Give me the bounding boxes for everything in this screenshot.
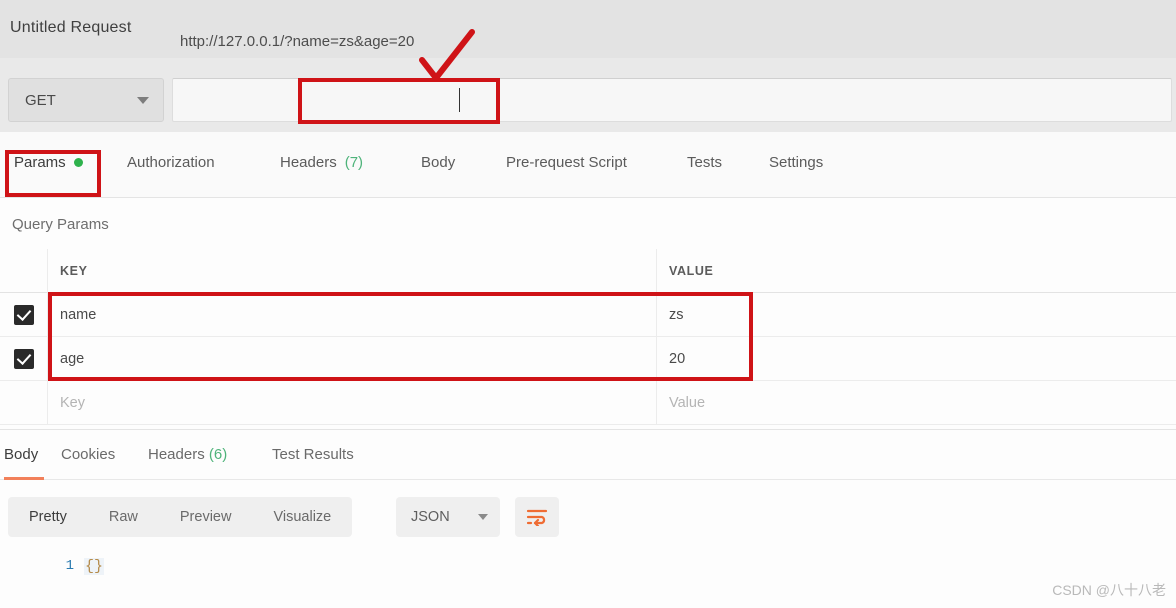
http-method-label: GET <box>25 91 56 109</box>
request-tab-strip: Params Authorization Headers (7) Body Pr… <box>0 132 1176 198</box>
view-mode-pretty[interactable]: Pretty <box>8 497 88 537</box>
table-header-row: KEY VALUE <box>0 248 1176 293</box>
row-key-cell-empty[interactable]: Key <box>48 380 657 425</box>
view-mode-preview[interactable]: Preview <box>159 497 253 537</box>
text-cursor <box>459 88 460 112</box>
response-body-code: 1 {} <box>0 548 1176 584</box>
response-view-mode-group: Pretty Raw Preview Visualize <box>8 497 353 537</box>
response-tab-test-results[interactable]: Test Results <box>272 446 354 463</box>
header-checkbox-cell <box>0 248 48 293</box>
row-value-cell-empty[interactable]: Value <box>657 381 1176 425</box>
code-line-content: {} <box>84 557 105 575</box>
tab-body-label: Body <box>421 154 456 171</box>
wrap-lines-icon <box>526 509 548 526</box>
response-tab-strip: Body Cookies Headers (6) Test Results <box>0 430 1176 480</box>
tab-tests-label: Tests <box>687 154 723 171</box>
response-tab-cookies-label: Cookies <box>61 446 116 463</box>
tab-authorization[interactable]: Authorization <box>127 154 215 171</box>
code-line-number: 1 <box>65 558 74 574</box>
request-title-bar: Untitled Request <box>0 0 1176 58</box>
url-input-value: http://127.0.0.1/?name=zs&age=20 <box>180 33 415 50</box>
response-tab-test-results-label: Test Results <box>272 446 354 463</box>
response-tab-body-label: Body <box>4 446 39 463</box>
row-key-cell[interactable]: age <box>48 336 657 381</box>
response-tab-body[interactable]: Body <box>4 446 38 463</box>
column-header-key: KEY <box>60 263 88 278</box>
response-format-select[interactable]: JSON <box>396 497 500 537</box>
chevron-down-icon <box>137 96 149 104</box>
url-input[interactable] <box>172 78 1172 122</box>
view-mode-raw[interactable]: Raw <box>88 497 159 537</box>
table-row[interactable]: name zs <box>0 292 1176 337</box>
active-tab-indicator <box>8 194 100 197</box>
annotation-checkmark-icon <box>419 29 475 81</box>
row-value-cell[interactable]: zs <box>657 293 1176 337</box>
table-row[interactable]: age 20 <box>0 336 1176 381</box>
checkbox-checked-icon[interactable] <box>13 304 34 325</box>
row-checkbox-cell[interactable] <box>0 336 48 381</box>
tab-settings-label: Settings <box>769 154 824 171</box>
tab-params-label: Params <box>14 154 66 171</box>
page-title: Untitled Request <box>10 19 132 36</box>
row-checkbox-cell[interactable] <box>0 292 48 337</box>
tab-settings[interactable]: Settings <box>769 154 823 171</box>
column-header-value: VALUE <box>669 263 714 278</box>
response-tab-headers-count: (6) <box>208 446 228 463</box>
tab-headers-count: (7) <box>344 154 364 171</box>
http-method-select[interactable]: GET <box>8 78 164 122</box>
tab-authorization-label: Authorization <box>127 154 215 171</box>
tab-params[interactable]: Params <box>14 154 83 171</box>
tab-headers-label: Headers <box>280 154 337 171</box>
modified-dot-icon <box>73 158 83 167</box>
watermark: CSDN @八十八老 <box>1052 582 1166 598</box>
param-value-value: 20 <box>669 350 686 367</box>
header-value-cell: VALUE <box>657 249 1176 293</box>
param-value-value: zs <box>669 306 684 323</box>
tab-tests[interactable]: Tests <box>687 154 722 171</box>
table-row-empty[interactable]: Key Value <box>0 380 1176 425</box>
chevron-down-icon <box>478 514 488 520</box>
response-tab-headers-label: Headers <box>148 446 205 463</box>
query-params-table: KEY VALUE name zs age 20 Key Value <box>0 248 1176 425</box>
active-response-tab-indicator <box>4 477 44 480</box>
wrap-lines-button[interactable] <box>515 497 559 537</box>
query-params-title: Query Params <box>12 216 109 233</box>
row-key-cell[interactable]: name <box>48 292 657 337</box>
response-tab-headers[interactable]: Headers (6) <box>148 446 227 463</box>
row-checkbox-cell-empty[interactable] <box>0 380 48 425</box>
url-bar-row: GET <box>0 58 1176 132</box>
tab-pre-request-script-label: Pre-request Script <box>506 154 627 171</box>
param-key-value: age <box>60 350 85 367</box>
checkbox-checked-icon[interactable] <box>13 348 34 369</box>
tab-headers[interactable]: Headers (7) <box>280 154 363 171</box>
header-key-cell: KEY <box>48 248 657 293</box>
postman-request-window: Untitled Request GET http://127.0.0.1/?n… <box>0 0 1176 608</box>
param-key-placeholder: Key <box>60 394 85 411</box>
response-format-label: JSON <box>411 509 450 525</box>
param-value-placeholder: Value <box>669 394 706 411</box>
row-value-cell[interactable]: 20 <box>657 337 1176 381</box>
response-tab-cookies[interactable]: Cookies <box>61 446 115 463</box>
tab-body[interactable]: Body <box>421 154 455 171</box>
view-mode-visualize[interactable]: Visualize <box>252 497 352 537</box>
param-key-value: name <box>60 306 97 323</box>
tab-pre-request-script[interactable]: Pre-request Script <box>506 154 627 171</box>
